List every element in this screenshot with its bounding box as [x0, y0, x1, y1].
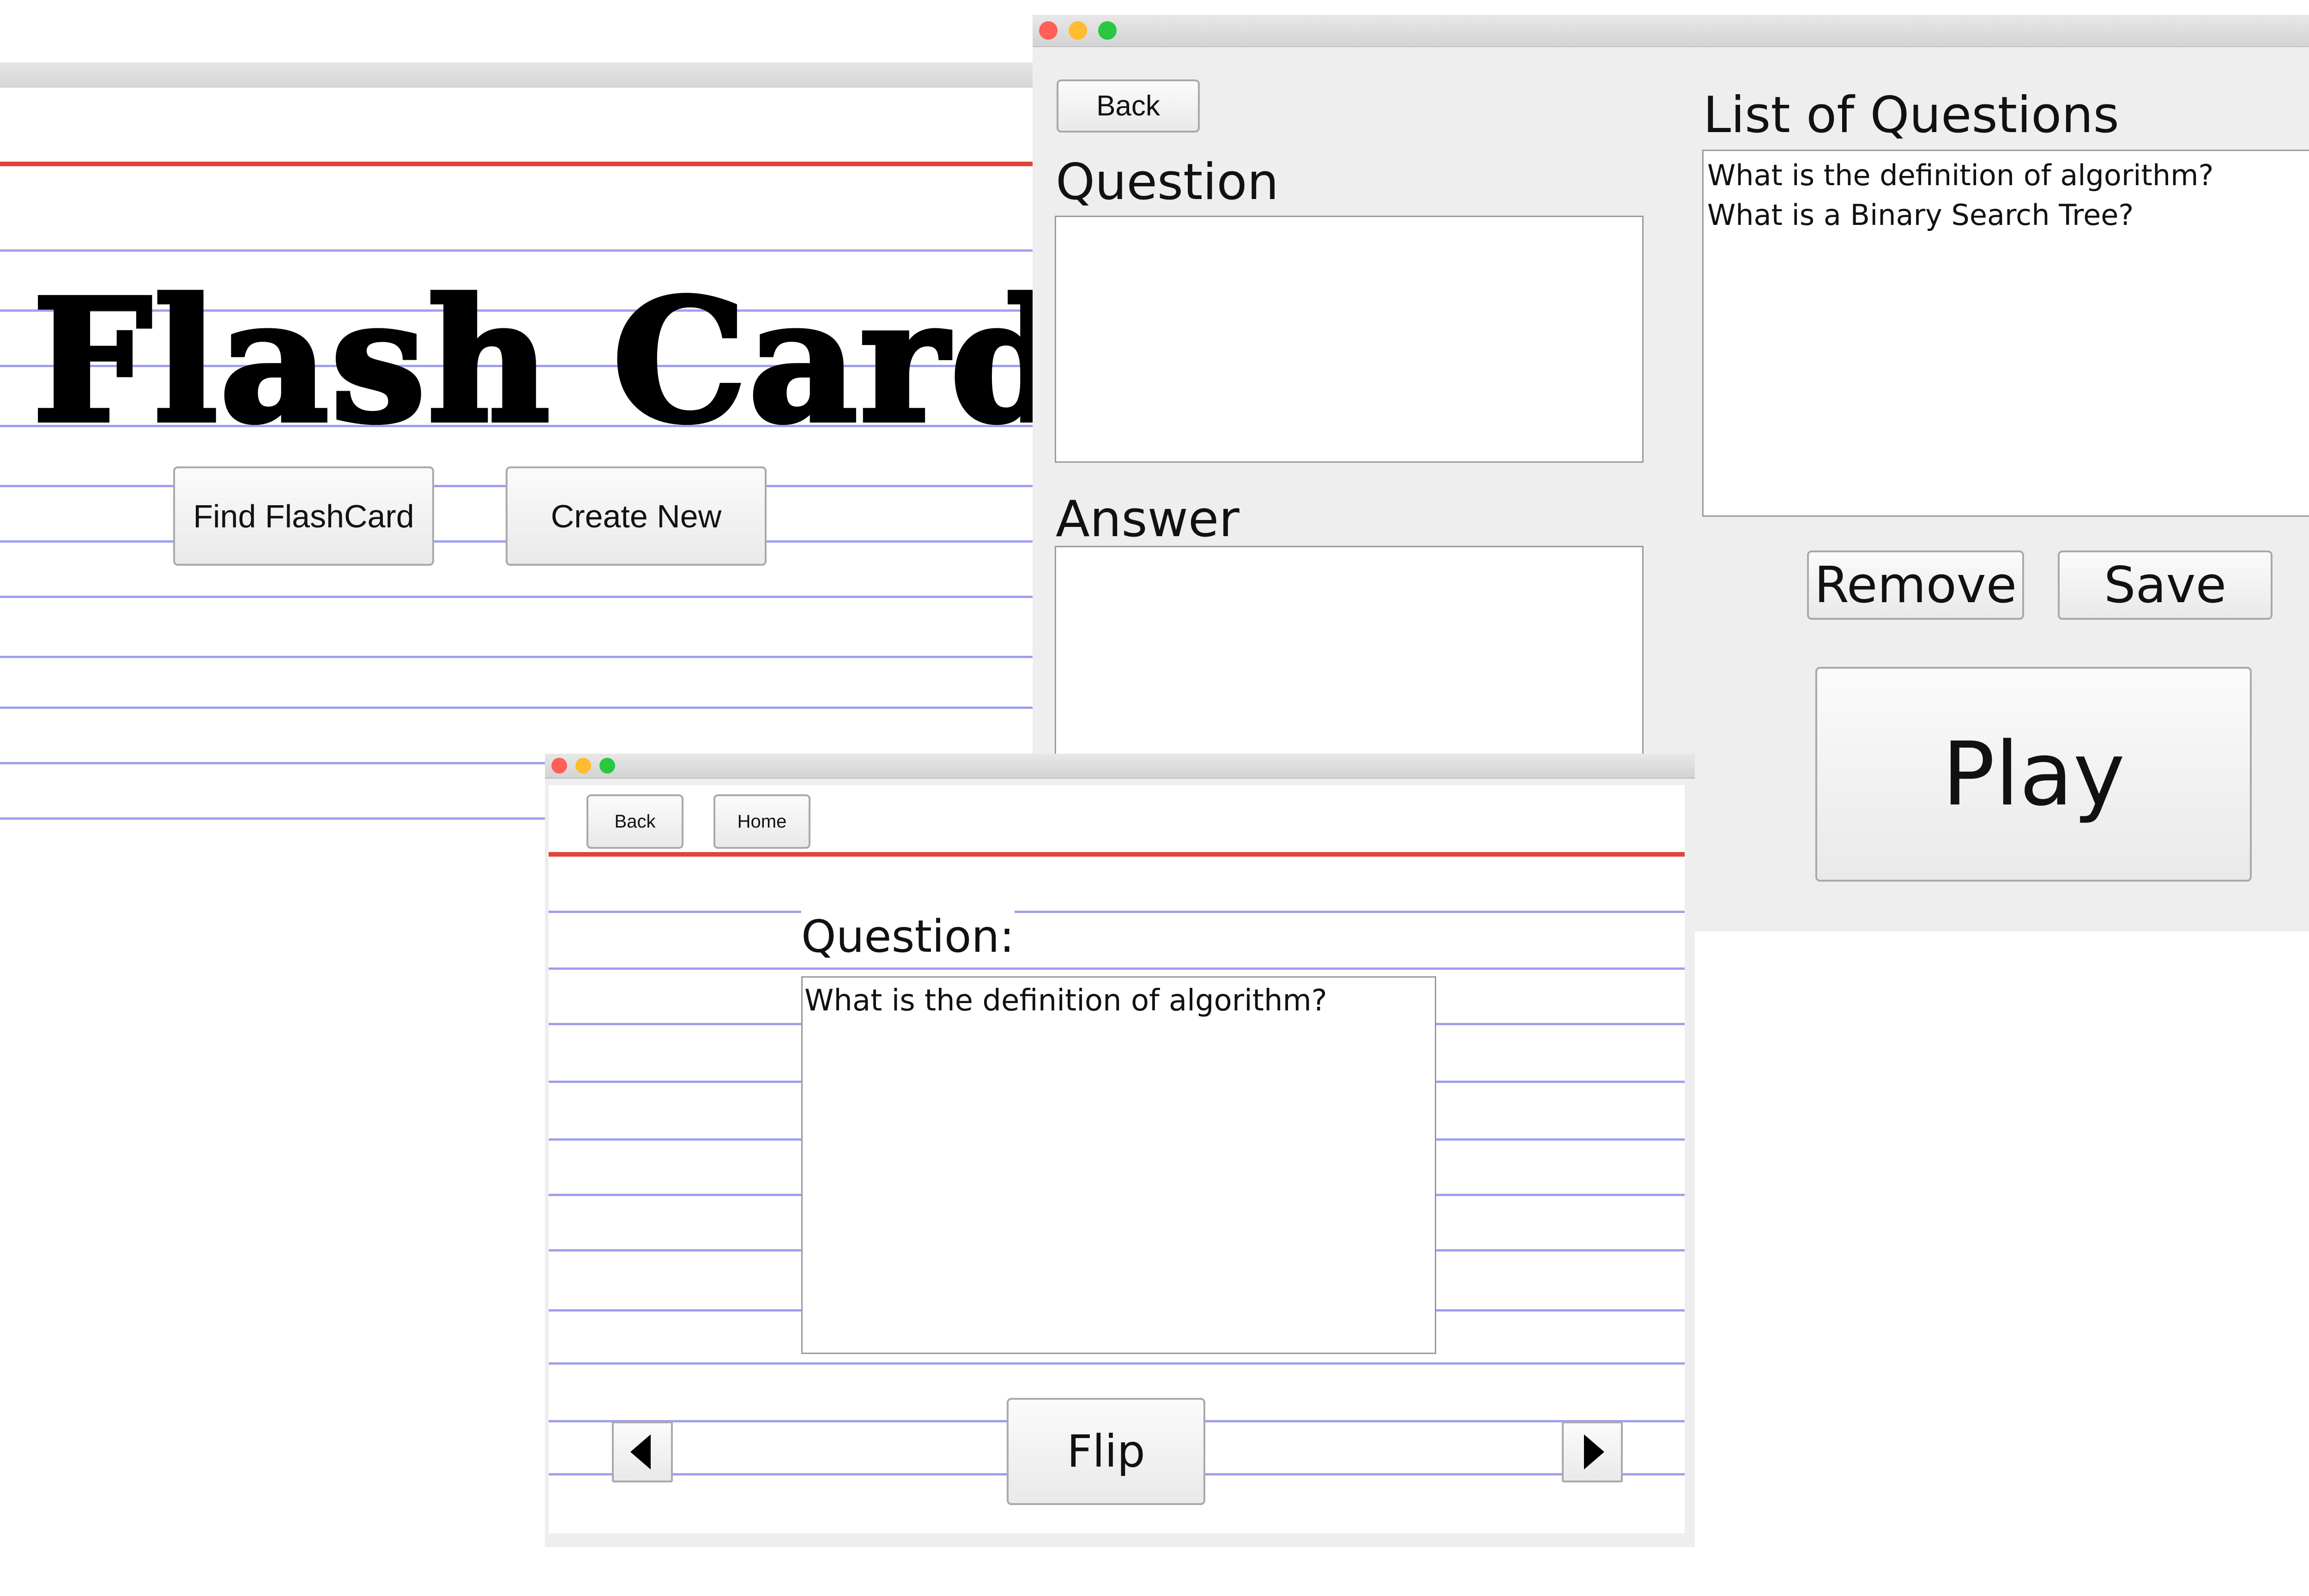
editor-back-button[interactable]: Back — [1057, 79, 1200, 133]
list-of-questions-label: List of Questions — [1703, 86, 2119, 144]
answer-input[interactable] — [1055, 546, 1644, 777]
question-input[interactable] — [1055, 216, 1644, 463]
list-item[interactable]: What is the definition of algorithm? — [1707, 156, 2309, 195]
minimize-icon[interactable] — [575, 758, 591, 774]
home-window: Flash Card Find FlashCard Create New — [0, 62, 1070, 847]
play-back-button[interactable]: Back — [586, 794, 683, 849]
home-title: Flash Card — [30, 262, 1070, 460]
home-button[interactable]: Home — [713, 794, 810, 849]
zoom-icon[interactable] — [1098, 21, 1117, 40]
play-question-label: Question: — [801, 911, 1015, 962]
create-new-button[interactable]: Create New — [506, 466, 767, 566]
right-arrow-icon — [1584, 1434, 1604, 1469]
remove-button[interactable]: Remove — [1807, 550, 2024, 620]
answer-label: Answer — [1056, 490, 1239, 548]
left-arrow-icon — [630, 1434, 651, 1469]
play-button[interactable]: Play — [1815, 667, 2252, 882]
zoom-icon[interactable] — [599, 758, 615, 774]
home-window-titlebar — [0, 62, 1034, 89]
flashcard-question-text: What is the definition of algorithm? — [804, 984, 1327, 1018]
editor-window-titlebar — [1033, 15, 2309, 47]
save-button[interactable]: Save — [2058, 550, 2273, 620]
flashcard-question-display: What is the definition of algorithm? — [801, 976, 1436, 1354]
question-label: Question — [1056, 153, 1279, 211]
close-icon[interactable] — [551, 758, 567, 774]
find-flashcard-button[interactable]: Find FlashCard — [173, 466, 434, 566]
previous-card-button[interactable] — [612, 1421, 673, 1482]
list-item[interactable]: What is a Binary Search Tree? — [1707, 195, 2309, 235]
close-icon[interactable] — [1039, 21, 1058, 40]
next-card-button[interactable] — [1562, 1421, 1623, 1482]
questions-list[interactable]: What is the definition of algorithm? Wha… — [1702, 150, 2309, 517]
minimize-icon[interactable] — [1069, 21, 1087, 40]
play-window-titlebar — [545, 754, 1695, 779]
play-window: Back Home Question: What is the definiti… — [545, 754, 1695, 1547]
flip-button[interactable]: Flip — [1007, 1398, 1205, 1505]
